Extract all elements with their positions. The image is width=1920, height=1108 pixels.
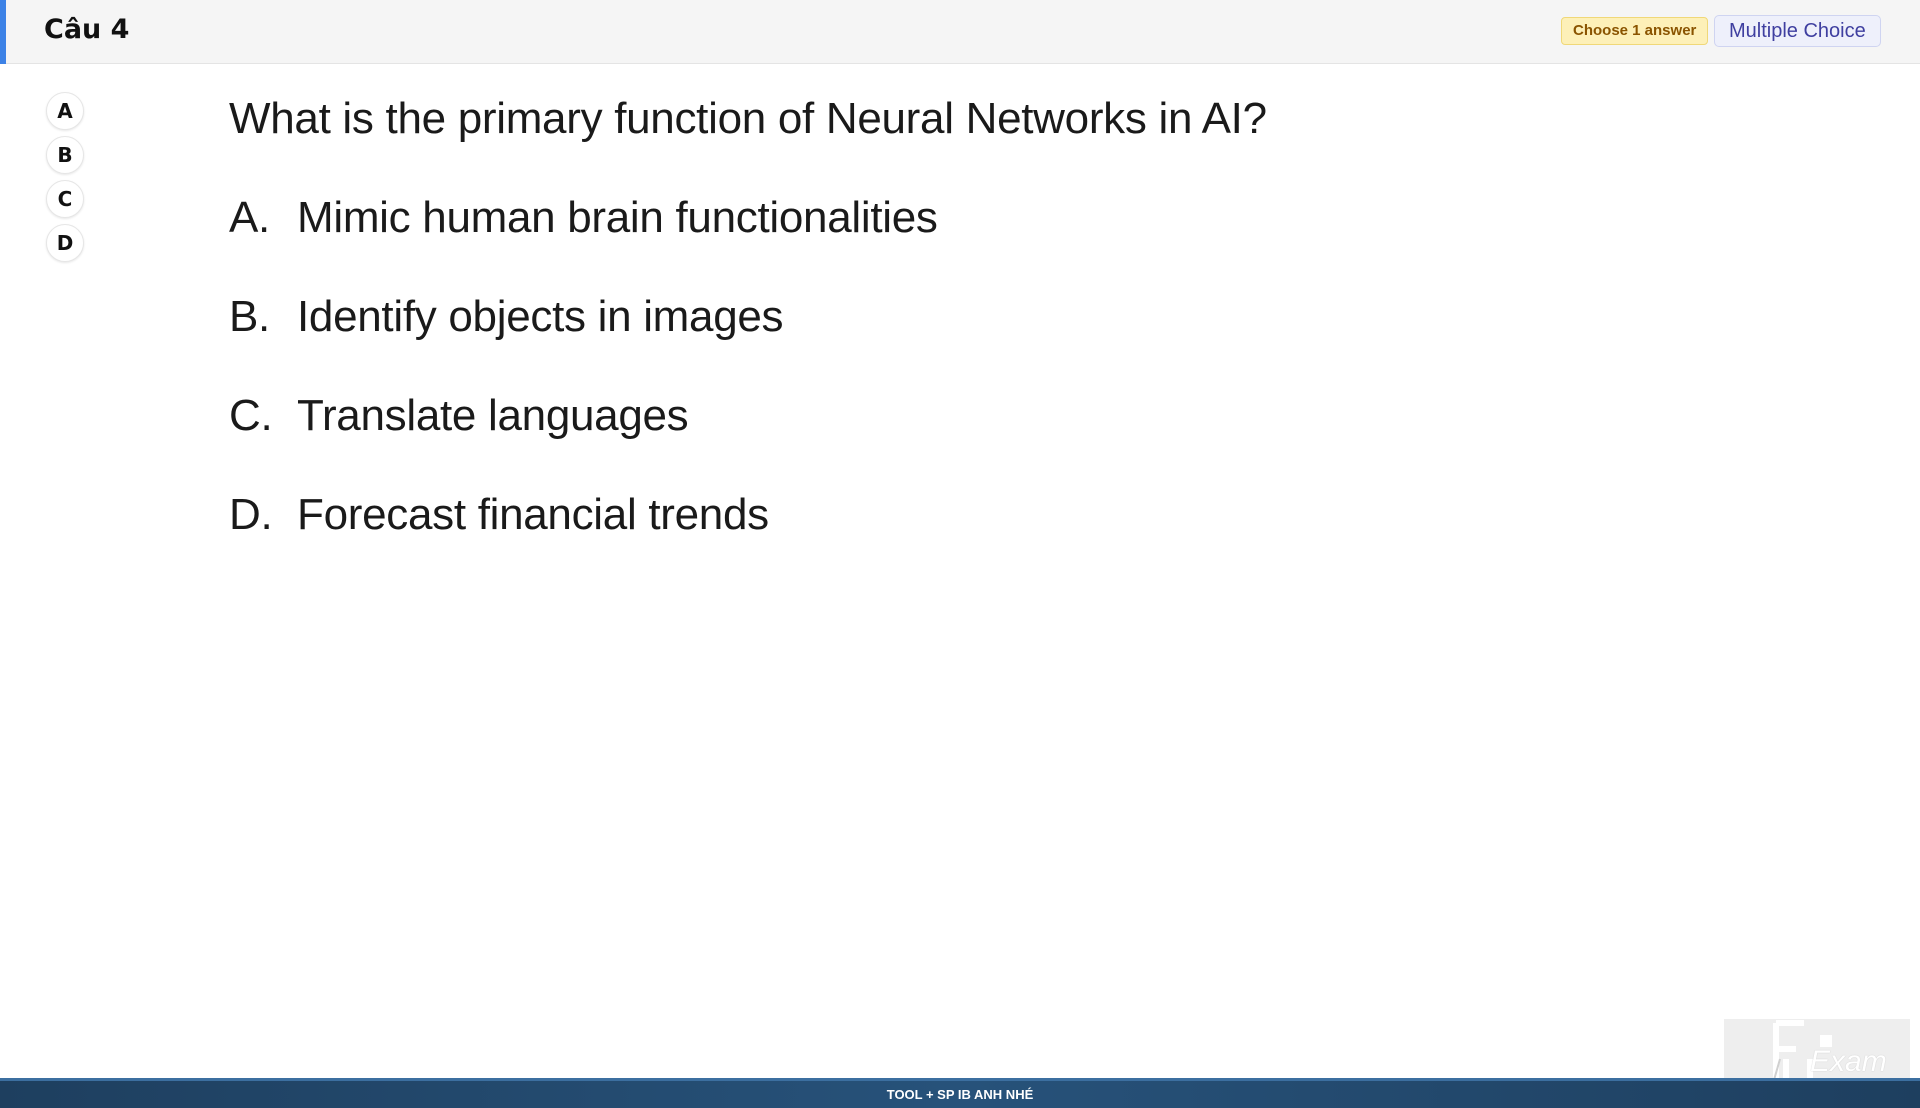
option-a: A. Mimic human brain functionalities [229, 193, 938, 292]
option-letter: B. [229, 292, 270, 341]
question-text: What is the primary function of Neural N… [229, 94, 1267, 143]
answer-button-c[interactable]: C [46, 180, 84, 218]
option-c: C. Translate languages [229, 391, 938, 490]
question-type-badge: Multiple Choice [1714, 15, 1881, 47]
answer-button-b[interactable]: B [46, 136, 84, 174]
option-text: Mimic human brain functionalities [297, 193, 938, 242]
answer-button-d[interactable]: D [46, 224, 84, 262]
answer-selector: A B C D [46, 92, 86, 268]
option-b: B. Identify objects in images [229, 292, 938, 391]
question-header: Câu 4 Choose 1 answer Multiple Choice [0, 0, 1920, 64]
question-options: A. Mimic human brain functionalities B. Id… [229, 193, 938, 589]
question-number-title: Câu 4 [44, 14, 130, 45]
option-letter: D. [229, 490, 273, 539]
footer-bar: TOOL + SP IB ANH NHÉ [0, 1078, 1920, 1108]
option-letter: A. [229, 193, 270, 242]
option-d: D. Forecast financial trends [229, 490, 938, 589]
logo-text: Exam [1810, 1045, 1887, 1078]
option-text: Translate languages [297, 391, 689, 440]
answer-button-a[interactable]: A [46, 92, 84, 130]
option-letter: C. [229, 391, 273, 440]
choose-answer-badge: Choose 1 answer [1561, 17, 1709, 45]
option-text: Forecast financial trends [297, 490, 769, 539]
option-text: Identify objects in images [297, 292, 784, 341]
header-accent-bar [0, 0, 6, 64]
footer-text: TOOL + SP IB ANH NHÉ [886, 1087, 1034, 1102]
